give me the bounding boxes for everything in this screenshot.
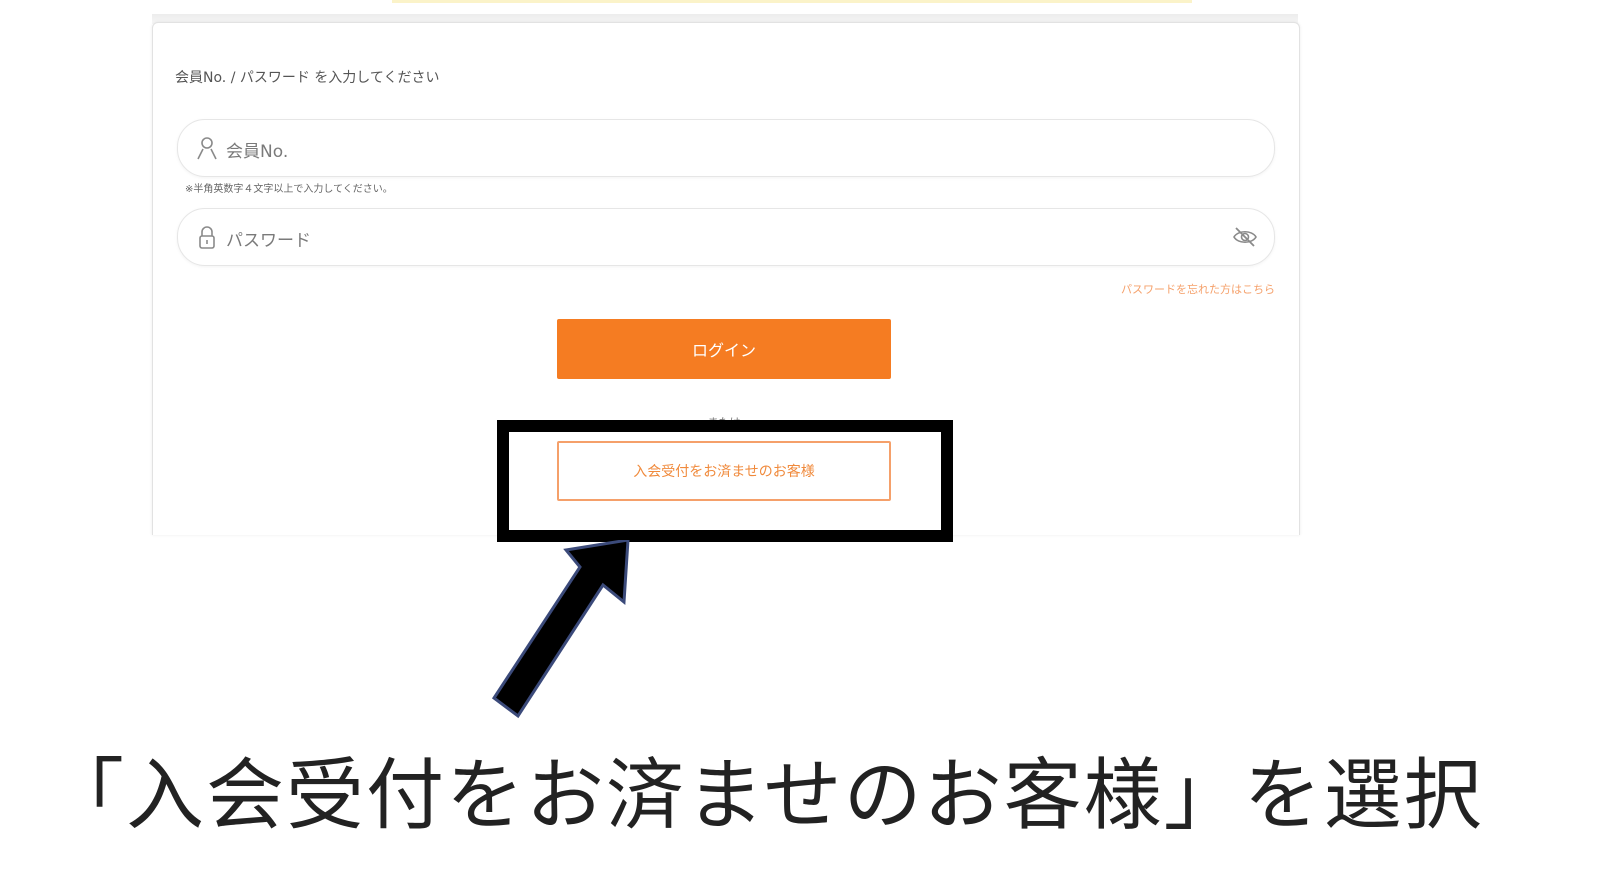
member-no-hint: ※半角英数字４文字以上で入力してください。 — [185, 184, 393, 195]
highlight-box — [497, 420, 953, 542]
tutorial-screenshot: 会員No. / パスワード を入力してください 会員No. ※半角英数字４文字以… — [0, 0, 1613, 870]
login-instruction: 会員No. / パスワード を入力してください — [175, 70, 440, 86]
lock-icon — [199, 226, 215, 249]
person-icon — [197, 137, 217, 160]
password-placeholder: パスワード — [226, 231, 311, 251]
forgot-password-link[interactable]: パスワードを忘れた方はこちら — [1121, 281, 1275, 297]
member-no-placeholder: 会員No. — [226, 142, 289, 162]
login-button[interactable]: ログイン — [557, 319, 891, 379]
instruction-caption: 「入会受付をお済ませのお客様」を選択 — [46, 751, 1484, 841]
arrow-icon — [491, 540, 630, 719]
password-field[interactable]: パスワード — [177, 208, 1275, 266]
top-strip — [392, 0, 1192, 3]
member-no-field[interactable]: 会員No. — [177, 119, 1275, 177]
eye-slash-icon[interactable] — [1232, 225, 1258, 249]
